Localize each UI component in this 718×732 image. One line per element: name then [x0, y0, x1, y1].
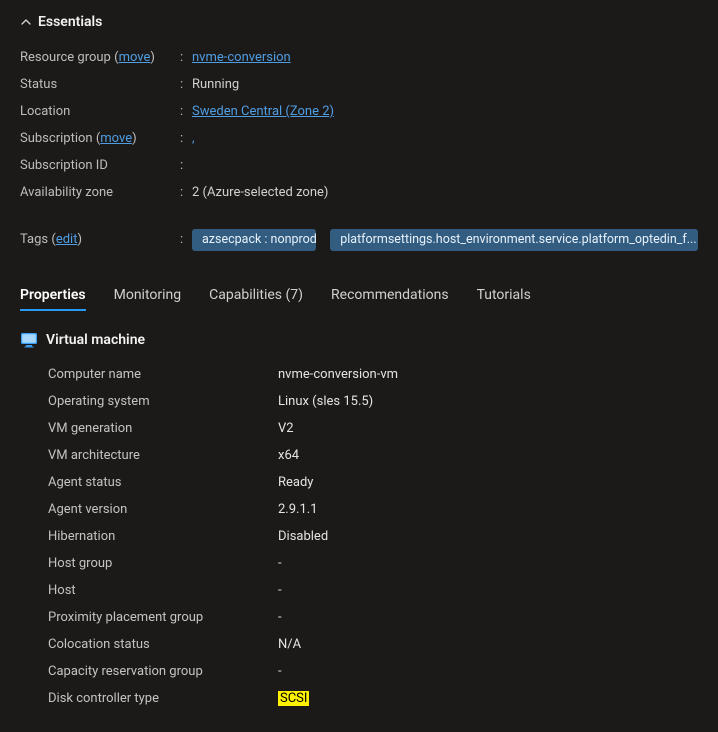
property-label: Operating system — [48, 394, 278, 409]
tags-container: azsecpack : nonprod platformsettings.hos… — [192, 229, 698, 251]
property-value: - — [278, 664, 282, 679]
label-status: Status — [20, 77, 180, 92]
vm-section-header: Virtual machine — [20, 331, 698, 349]
property-value: Linux (sles 15.5) — [278, 394, 373, 409]
property-label: Proximity placement group — [48, 610, 278, 625]
property-row: Proximity placement group- — [48, 604, 698, 631]
location-link[interactable]: Sweden Central (Zone 2) — [192, 104, 334, 119]
row-resource-group: Resource group (move) : nvme-conversion — [20, 44, 698, 71]
property-value: N/A — [278, 637, 301, 652]
property-row: Disk controller typeSCSI — [48, 685, 698, 712]
move-resource-group-link[interactable]: move — [119, 50, 151, 65]
property-label: Colocation status — [48, 637, 278, 652]
property-value: x64 — [278, 448, 299, 463]
property-label: Host group — [48, 556, 278, 571]
row-subscription: Subscription (move) : , — [20, 125, 698, 152]
tab-properties[interactable]: Properties — [20, 281, 86, 311]
property-label: Capacity reservation group — [48, 664, 278, 679]
property-row: VM generationV2 — [48, 415, 698, 442]
value-availability-zone: 2 (Azure-selected zone) — [192, 185, 698, 200]
property-label: VM architecture — [48, 448, 278, 463]
tab-capabilities[interactable]: Capabilities (7) — [209, 281, 303, 311]
property-label: Host — [48, 583, 278, 598]
property-row: Host group- — [48, 550, 698, 577]
essentials-header[interactable]: Essentials — [20, 14, 698, 30]
value-status: Running — [192, 77, 698, 92]
row-availability-zone: Availability zone : 2 (Azure-selected zo… — [20, 179, 698, 206]
label-location: Location — [20, 104, 180, 119]
label-availability-zone: Availability zone — [20, 185, 180, 200]
tag-pill[interactable]: platformsettings.host_environment.servic… — [330, 229, 698, 251]
move-subscription-link[interactable]: move — [100, 131, 132, 146]
vm-heading: Virtual machine — [46, 332, 145, 348]
property-value: - — [278, 583, 282, 598]
chevron-up-icon — [20, 16, 32, 28]
property-value: SCSI — [278, 691, 309, 706]
row-subscription-id: Subscription ID : — [20, 152, 698, 179]
property-label: Agent version — [48, 502, 278, 517]
property-label: Hibernation — [48, 529, 278, 544]
property-label: Computer name — [48, 367, 278, 382]
computer-icon — [20, 331, 38, 349]
property-row: Agent version2.9.1.1 — [48, 496, 698, 523]
property-label: Disk controller type — [48, 691, 278, 706]
row-status: Status : Running — [20, 71, 698, 98]
edit-tags-link[interactable]: edit — [56, 232, 78, 247]
property-row: VM architecturex64 — [48, 442, 698, 469]
property-value: 2.9.1.1 — [278, 502, 318, 517]
label-tags: Tags (edit) — [20, 232, 180, 247]
property-row: Operating systemLinux (sles 15.5) — [48, 388, 698, 415]
property-row: Colocation statusN/A — [48, 631, 698, 658]
essentials-title: Essentials — [38, 14, 102, 30]
property-value: Disabled — [278, 529, 328, 544]
property-label: Agent status — [48, 475, 278, 490]
row-location: Location : Sweden Central (Zone 2) — [20, 98, 698, 125]
tab-recommendations[interactable]: Recommendations — [331, 281, 449, 311]
property-row: Computer namenvme-conversion-vm — [48, 361, 698, 388]
property-value: - — [278, 610, 282, 625]
tag-pill[interactable]: azsecpack : nonprod — [192, 229, 316, 251]
property-row: Agent statusReady — [48, 469, 698, 496]
label-subscription-id: Subscription ID — [20, 158, 180, 173]
row-tags: Tags (edit) : azsecpack : nonprod platfo… — [20, 226, 698, 253]
property-row: Host- — [48, 577, 698, 604]
property-value: V2 — [278, 421, 294, 436]
tab-tutorials[interactable]: Tutorials — [477, 281, 531, 311]
property-row: Capacity reservation group- — [48, 658, 698, 685]
property-value: nvme-conversion-vm — [278, 367, 398, 382]
resource-group-link[interactable]: nvme-conversion — [192, 50, 291, 65]
property-row: HibernationDisabled — [48, 523, 698, 550]
label-subscription: Subscription (move) — [20, 131, 180, 146]
tab-monitoring[interactable]: Monitoring — [114, 281, 182, 311]
property-value: - — [278, 556, 282, 571]
property-value: Ready — [278, 475, 313, 490]
label-resource-group: Resource group (move) — [20, 50, 180, 65]
subscription-link[interactable]: , — [192, 131, 195, 146]
detail-tabs: Properties Monitoring Capabilities (7) R… — [20, 281, 698, 311]
property-label: VM generation — [48, 421, 278, 436]
